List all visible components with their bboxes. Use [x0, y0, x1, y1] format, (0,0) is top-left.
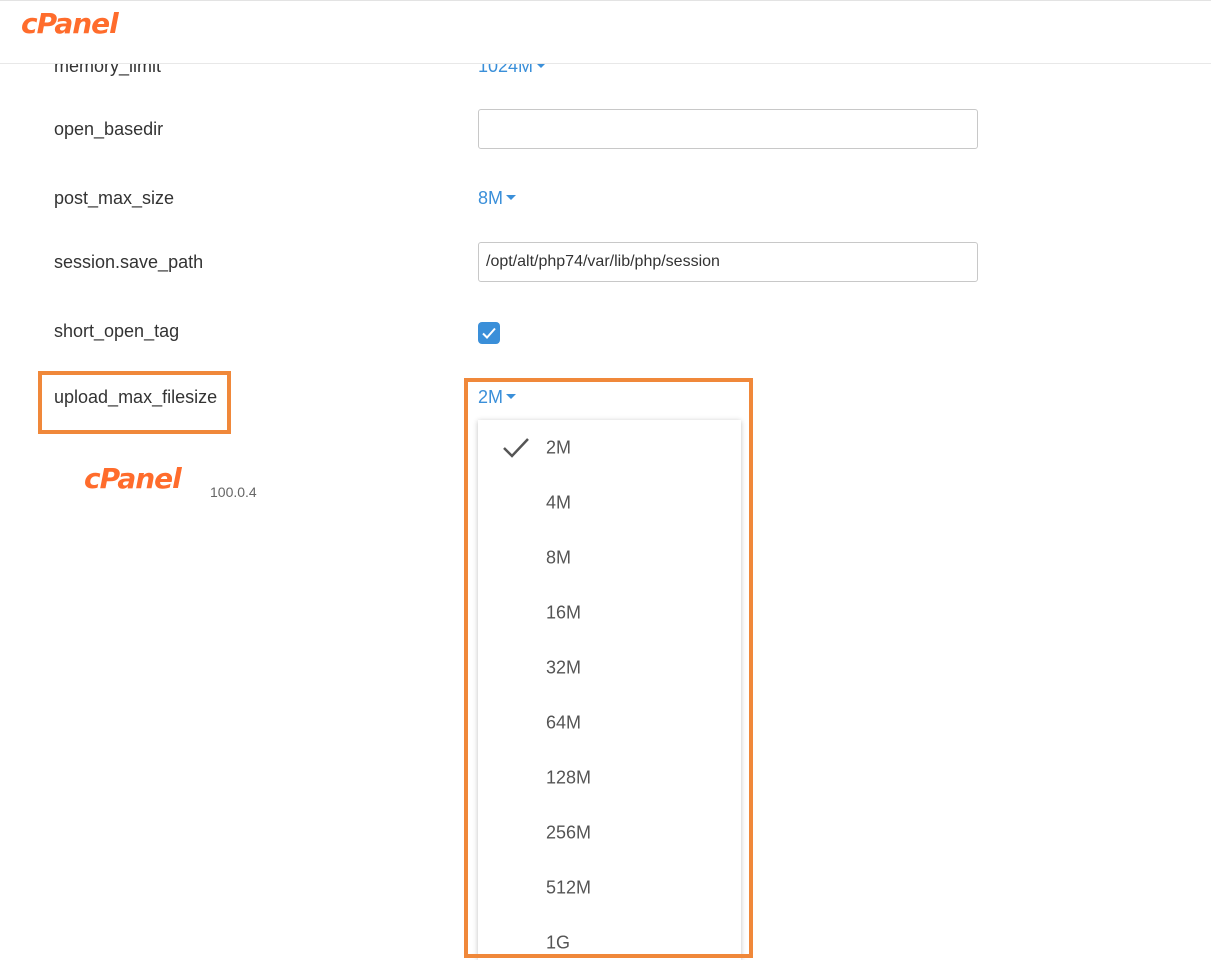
dropdown-highlight-box: [464, 378, 753, 958]
version-number: 100.0.4: [210, 484, 257, 500]
short-open-tag-label: short_open_tag: [54, 321, 180, 341]
top-header-bar: cPanel: [0, 0, 1211, 64]
short-open-tag-checkbox[interactable]: [478, 322, 500, 344]
session-save-path-label: session.save_path: [54, 252, 204, 272]
settings-content: memory_limit 1024M open_basedir post_max…: [0, 0, 1211, 960]
checkmark-icon: [482, 327, 496, 339]
open-basedir-input[interactable]: [478, 109, 978, 149]
post-max-size-dropdown[interactable]: 8M: [478, 188, 517, 209]
session-save-path-input[interactable]: [478, 242, 978, 282]
label-highlight-box: [38, 371, 231, 434]
footer-cpanel-logo: cPanel: [84, 462, 182, 495]
post-max-size-label: post_max_size: [54, 188, 175, 208]
cpanel-logo[interactable]: cPanel: [21, 7, 119, 40]
open-basedir-label: open_basedir: [54, 119, 164, 139]
post-max-size-value: 8M: [478, 188, 504, 208]
caret-down-icon: [506, 194, 517, 200]
